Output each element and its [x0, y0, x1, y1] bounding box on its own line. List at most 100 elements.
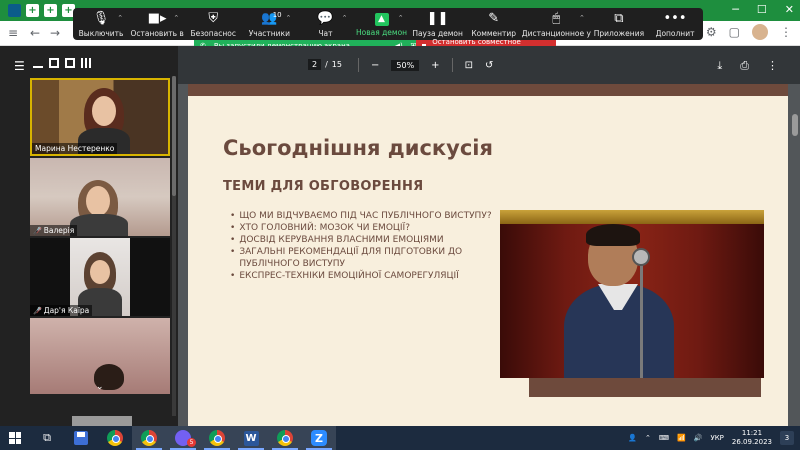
- total-pages: 15: [331, 60, 342, 69]
- divider: [451, 58, 453, 72]
- window-controls: ─ ☐ ✕: [732, 3, 794, 16]
- tab-favicon-sheets-icon[interactable]: +: [26, 4, 39, 17]
- apps-button[interactable]: ⧉ Приложения: [591, 11, 647, 41]
- chevron-down-icon[interactable]: ⌄: [96, 382, 104, 392]
- new-share-button[interactable]: ▲ ⌃ Новая демон: [353, 11, 409, 41]
- notification-center-button[interactable]: 3: [780, 431, 794, 445]
- menu-icon[interactable]: ≡: [8, 26, 18, 40]
- panel-scrollbar[interactable]: [172, 76, 176, 416]
- participant-name-label: Марина Нестеренко: [32, 143, 118, 154]
- browser-menu-icon[interactable]: ⋮: [780, 25, 792, 39]
- taskbar-app-chrome[interactable]: [98, 426, 132, 450]
- bullet-icon: •: [230, 247, 236, 257]
- taskbar-app-save[interactable]: [64, 426, 98, 450]
- forward-arrow-icon[interactable]: →: [50, 26, 60, 40]
- sidebar-icon[interactable]: ▢: [729, 25, 740, 39]
- taskbar-app-zoom[interactable]: Z: [302, 426, 336, 450]
- download-icon[interactable]: ⤓: [717, 59, 722, 73]
- scrollbar-thumb[interactable]: [792, 114, 798, 136]
- chevron-up-icon[interactable]: ⌃: [398, 14, 404, 22]
- pause-share-button[interactable]: ❚❚ Пауза демон: [410, 11, 466, 41]
- topic-item: • ДОСВІД КЕРУВАННЯ ВЛАСНИМИ ЕМОЦІЯМИ: [230, 235, 444, 245]
- taskbar-app-chrome-active[interactable]: [132, 426, 166, 450]
- taskbar-app-chrome-2[interactable]: [268, 426, 302, 450]
- user-icon[interactable]: 👤: [628, 434, 637, 442]
- clock[interactable]: 11:21 26.09.2023: [732, 429, 772, 447]
- task-view-button[interactable]: ⧉: [30, 426, 64, 450]
- video-tile[interactable]: 🎤̸ Дар'я Каїра: [30, 238, 170, 316]
- bullet-icon: •: [230, 223, 236, 233]
- start-button[interactable]: [0, 426, 30, 450]
- microphone-icon: 🎙: [92, 11, 110, 26]
- more-options-icon[interactable]: ⋮: [767, 59, 778, 73]
- shield-icon: ⛨: [208, 11, 219, 26]
- system-tray: 👤 ⌃ ⌨ 📶 🔊 УКР 11:21 26.09.2023 3: [628, 426, 800, 450]
- page-indicator: 2 / 15: [308, 59, 342, 70]
- remote-control-button[interactable]: 🖱 ⌃ Дистанционное у: [522, 11, 591, 41]
- chevron-up-icon[interactable]: ⌃: [645, 434, 651, 442]
- minimize-panel-icon[interactable]: [33, 58, 43, 68]
- close-icon[interactable]: ✕: [785, 3, 794, 16]
- chat-button[interactable]: 💬 ⌃ Чат: [297, 11, 353, 41]
- current-page-input[interactable]: 2: [308, 59, 322, 70]
- muted-mic-icon: 🎤̸: [33, 306, 42, 315]
- topic-list: • ЩО МИ ВІДЧУВАЄМО ПІД ЧАС ПУБЛІЧНОГО ВИС…: [230, 210, 500, 282]
- chevron-up-icon[interactable]: ⌃: [579, 14, 585, 22]
- grid-view-icon[interactable]: [81, 58, 91, 68]
- bullet-icon: •: [230, 271, 236, 281]
- hamburger-menu-icon[interactable]: ☰: [14, 59, 25, 73]
- language-indicator[interactable]: УКР: [710, 434, 723, 442]
- zoom-level-input[interactable]: 50%: [391, 59, 420, 71]
- minimize-icon[interactable]: ─: [732, 3, 739, 16]
- taskbar-app-chrome-profile[interactable]: [200, 426, 234, 450]
- security-button[interactable]: ⛨ Безопаснос: [185, 11, 241, 41]
- participants-button[interactable]: 👥 10 ⌃ Участники: [241, 11, 297, 41]
- more-button[interactable]: ••• Дополнит: [647, 11, 703, 41]
- scrollbar-thumb[interactable]: [172, 76, 176, 196]
- fit-to-page-icon[interactable]: ⊡: [465, 60, 473, 71]
- participant-face: [86, 186, 110, 216]
- document-scrollbar[interactable]: [792, 114, 798, 364]
- pdf-document-area: Сьогоднішня дискусія ТЕМИ ДЛЯ ОБГОВОРЕНН…: [178, 84, 800, 426]
- stop-video-button[interactable]: ■▸ ⌃ Остановить в: [129, 11, 185, 41]
- video-tile[interactable]: 🎤̸ Валерія: [30, 158, 170, 236]
- topic-item: • ЗАГАЛЬНІ РЕКОМЕНДАЦІЇ ДЛЯ ПІДГОТОВКИ ДО…: [230, 247, 463, 269]
- chevron-up-icon[interactable]: ⌃: [286, 14, 292, 22]
- single-view-icon[interactable]: [49, 58, 59, 68]
- maximize-icon[interactable]: ☐: [757, 3, 767, 16]
- muted-mic-icon: 🎤̸: [33, 226, 42, 235]
- tab-favicon-trello[interactable]: [8, 4, 21, 17]
- profile-avatar[interactable]: [752, 24, 768, 40]
- bullet-icon: •: [230, 211, 236, 221]
- zoom-out-icon[interactable]: −: [371, 60, 379, 71]
- rotate-icon[interactable]: ↺: [485, 60, 493, 71]
- slide-decoration-band: [188, 84, 788, 96]
- wifi-icon[interactable]: 📶: [677, 434, 686, 442]
- chevron-up-icon[interactable]: ⌃: [117, 14, 123, 22]
- strip-view-icon[interactable]: [65, 58, 75, 68]
- extensions-icon[interactable]: ⚙: [706, 25, 717, 39]
- chevron-up-icon[interactable]: ⌃: [342, 14, 348, 22]
- stage-curtain: [500, 210, 764, 224]
- video-tile-active-speaker[interactable]: Марина Нестеренко: [30, 78, 170, 156]
- participant-name-label: 🎤̸ Валерія: [30, 225, 78, 236]
- chevron-up-icon[interactable]: ⌃: [173, 14, 179, 22]
- zoom-controls: − 50% + ⊡ ↺: [358, 58, 493, 72]
- share-screen-icon: ▲: [374, 13, 389, 26]
- keyboard-icon[interactable]: ⌨: [659, 434, 669, 442]
- chat-icon: 💬: [317, 11, 334, 26]
- tab-favicon-sheets-icon[interactable]: +: [44, 4, 57, 17]
- participant-face: [90, 260, 110, 284]
- print-icon[interactable]: ⎙: [740, 59, 749, 73]
- annotate-button[interactable]: ✎ Комментир: [466, 11, 522, 41]
- volume-icon[interactable]: 🔊: [694, 434, 703, 442]
- video-tile[interactable]: ⌄: [30, 318, 170, 394]
- participant-face: [92, 96, 116, 126]
- topic-item: • ЩО МИ ВІДЧУВАЄМО ПІД ЧАС ПУБЛІЧНОГО ВИС…: [230, 211, 492, 221]
- mute-button[interactable]: 🎙 ⌃ Выключить: [73, 11, 129, 41]
- taskbar-app-viber[interactable]: 5: [166, 426, 200, 450]
- zoom-in-icon[interactable]: +: [431, 60, 439, 71]
- taskbar-app-word[interactable]: W: [234, 426, 268, 450]
- presentation-slide: Сьогоднішня дискусія ТЕМИ ДЛЯ ОБГОВОРЕНН…: [188, 84, 788, 426]
- back-arrow-icon[interactable]: ←: [30, 26, 40, 40]
